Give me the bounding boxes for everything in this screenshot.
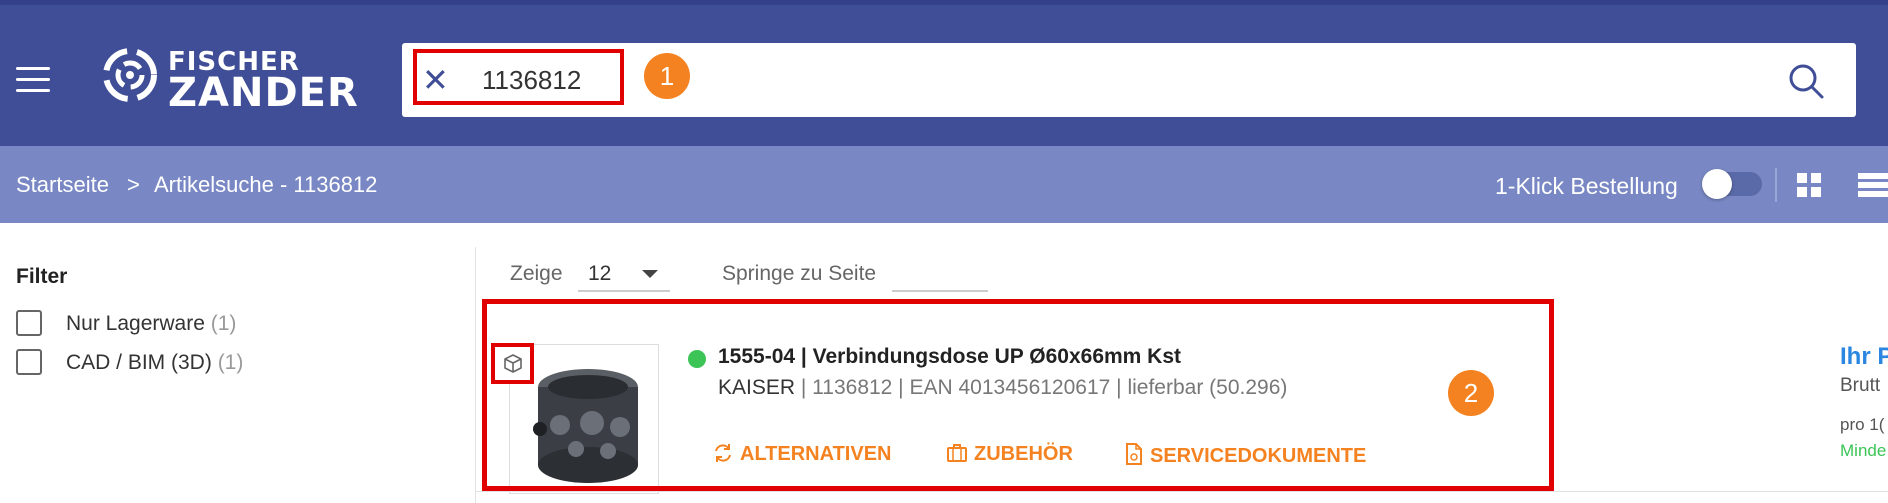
toolbar-divider (1775, 168, 1777, 202)
breadcrumb-current: Artikelsuche - 1136812 (154, 172, 378, 197)
price-unit: pro 1( (1840, 415, 1885, 434)
filter-title: Filter (16, 265, 68, 288)
product-highlight-box (482, 299, 1554, 491)
top-bar: FISCHER ZANDER ✕ (0, 0, 1888, 146)
hamburger-menu-icon[interactable] (16, 67, 50, 93)
logo-line2: ZANDER (168, 70, 359, 116)
filter-option-label: Nur Lagerware (66, 312, 205, 335)
fischer-zander-logo[interactable]: FISCHER ZANDER (100, 45, 360, 115)
breadcrumb-home[interactable]: Startseite (16, 172, 109, 198)
filter-option-count: (1) (210, 312, 237, 335)
card-bottom-border (475, 491, 1888, 492)
price-link[interactable]: Ihr P (1840, 343, 1888, 371)
search-highlight-box (413, 49, 624, 105)
breadcrumb-bar: Startseite > Artikelsuche - 1136812 1-Kl… (0, 146, 1888, 223)
filter-option-cad-bim[interactable]: CAD / BIM (3D) (1) (16, 347, 256, 377)
list-view-icon[interactable] (1854, 172, 1888, 198)
breadcrumb-separator: > (127, 172, 140, 197)
filter-option-lagerware[interactable]: Nur Lagerware (1) (16, 308, 256, 338)
price-gross-label: Brutt (1840, 375, 1881, 396)
page-size-select[interactable]: 12 (578, 254, 670, 292)
filter-option-label: CAD / BIM (3D) (66, 351, 212, 374)
page-size-value: 12 (588, 262, 612, 285)
one-click-label: 1-Klick Bestellung (1495, 173, 1678, 199)
checkbox[interactable] (16, 310, 42, 336)
springe-label: Springe zu Seite (722, 262, 877, 285)
search-icon[interactable] (1786, 61, 1826, 101)
sidebar-divider (475, 247, 476, 503)
checkbox[interactable] (16, 349, 42, 375)
toggle-knob (1702, 169, 1732, 199)
one-click-toggle[interactable] (1702, 169, 1762, 199)
filter-option-count: (1) (217, 351, 244, 374)
page-jump-input[interactable] (892, 254, 988, 292)
annotation-badge-1: 1 (644, 53, 690, 99)
annotation-badge-2: 2 (1448, 370, 1494, 416)
grid-view-icon[interactable] (1796, 172, 1822, 198)
zeige-label: Zeige (510, 262, 563, 285)
minimum-order-label: Minde (1840, 441, 1887, 460)
chevron-down-icon (642, 270, 658, 278)
price-column: Ihr P Brutt pro 1( Minde (1840, 343, 1888, 461)
logo-swirl-icon (103, 48, 157, 102)
